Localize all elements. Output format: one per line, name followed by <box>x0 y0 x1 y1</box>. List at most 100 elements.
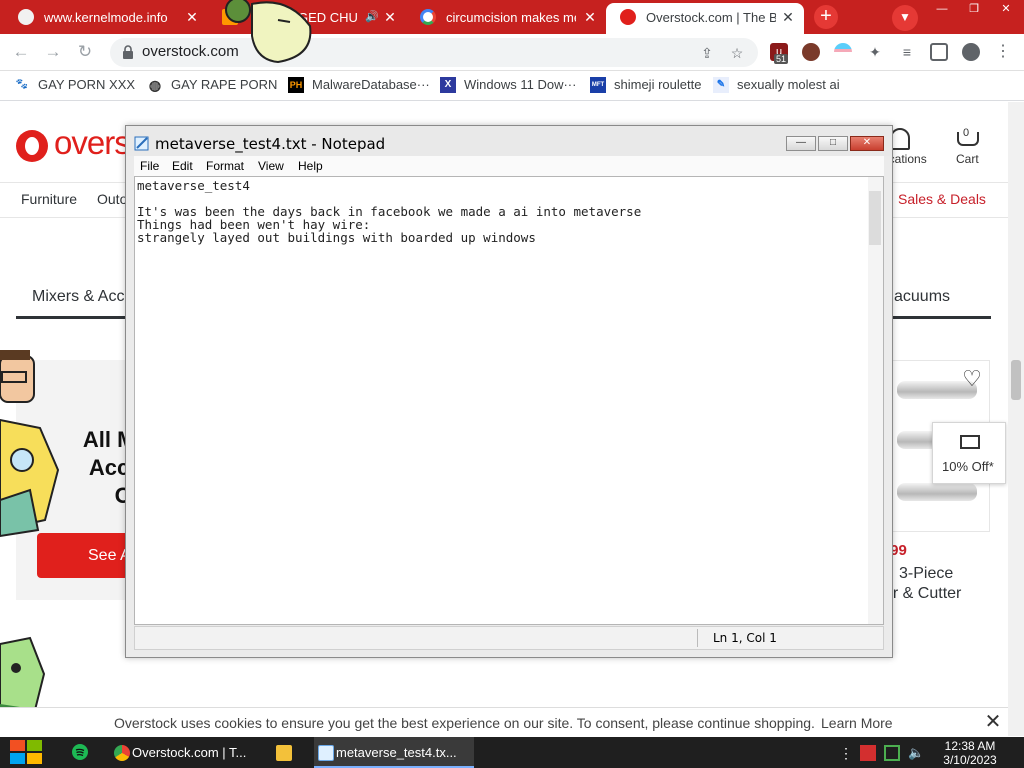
tab-title: www.kernelmode.info <box>44 10 168 25</box>
bookmark-item[interactable]: ◍ GAY RAPE PORN <box>147 77 278 93</box>
bookmark-label: Windows 11 Dow··· <box>464 77 577 92</box>
google-favicon-icon <box>420 9 436 25</box>
flag-extension-icon[interactable] <box>834 43 852 61</box>
notepad-close-icon[interactable]: ✕ <box>850 136 884 151</box>
tab-kernelmode[interactable]: www.kernelmode.info ✕ <box>4 3 208 34</box>
tab-overstock[interactable]: Overstock.com | The Be ✕ <box>606 3 804 34</box>
notepad-window[interactable]: metaverse_test4.txt - Notepad — □ ✕ File… <box>125 125 893 658</box>
cart-label[interactable]: Cart <box>956 152 979 166</box>
avatar-extension-icon[interactable] <box>802 43 820 61</box>
taskbar-chrome[interactable]: Overstock.com | T... <box>110 737 262 768</box>
category-outdoor[interactable]: Outo <box>97 191 127 207</box>
notepad-maximize-icon[interactable]: □ <box>818 136 848 151</box>
product-name-line: 3-Piece <box>899 565 954 582</box>
globe-icon: ◍ <box>148 77 162 93</box>
cookie-banner: Overstock uses cookies to ensure you get… <box>0 707 1008 736</box>
kernelmode-favicon-icon <box>18 9 34 25</box>
page-scrollbar[interactable] <box>1008 102 1024 736</box>
media-queue-icon[interactable]: ≡ <box>898 43 916 61</box>
menu-file[interactable]: File <box>140 159 159 173</box>
profile-avatar-icon[interactable] <box>962 43 980 61</box>
subnav-vacuums[interactable]: acuums <box>894 288 950 306</box>
menu-edit[interactable]: Edit <box>172 159 193 173</box>
tray-overflow-icon[interactable]: ⋮ <box>838 745 854 761</box>
flag-tray-icon[interactable] <box>860 745 876 761</box>
notepad-titlebar[interactable]: metaverse_test4.txt - Notepad — □ ✕ <box>126 126 892 156</box>
side-panel-icon[interactable] <box>930 43 948 61</box>
bookmark-item[interactable]: PH MalwareDatabase··· <box>288 77 430 93</box>
network-tray-icon[interactable] <box>884 745 900 761</box>
scrollbar-thumb[interactable] <box>1011 360 1021 400</box>
close-tab-icon[interactable]: ✕ <box>582 3 598 32</box>
heart-icon[interactable]: ♡ <box>960 368 984 390</box>
tab-google-search[interactable]: circumcision makes me h ✕ <box>406 3 606 34</box>
close-window-icon[interactable]: ✕ <box>990 0 1022 18</box>
bookmark-label: shimeji roulette <box>614 77 702 92</box>
share-icon[interactable]: ⇪ <box>698 44 716 62</box>
notepad-text-area[interactable]: metaverse_test4 It's was been the days b… <box>134 176 884 625</box>
lock-icon[interactable] <box>120 44 136 60</box>
windows-start-icon[interactable] <box>10 740 44 766</box>
tab-title: circumcision makes me h <box>446 10 576 25</box>
learn-more-link[interactable]: Learn More <box>821 715 893 731</box>
tab-strip: www.kernelmode.info ✕ GED CHU 🔊 ✕ circum… <box>0 0 1024 34</box>
menu-format[interactable]: Format <box>206 159 244 173</box>
cartoon-sticker-overlay <box>225 0 312 64</box>
close-cookie-icon[interactable]: ✕ <box>983 711 1003 733</box>
puzzle-extensions-icon[interactable]: ✦ <box>866 43 884 61</box>
folder-icon <box>276 745 292 761</box>
bookmark-label: GAY PORN XXX <box>38 77 136 92</box>
bookmark-item[interactable]: X Windows 11 Dow··· <box>440 77 577 93</box>
taskbar-notepad[interactable]: metaverse_test4.tx... <box>314 737 474 768</box>
reload-icon[interactable]: ↻ <box>74 41 96 63</box>
windows-taskbar: Overstock.com | T... metaverse_test4.tx.… <box>0 737 1024 768</box>
category-sales-deals[interactable]: Sales & Deals <box>898 191 986 207</box>
notepad-scroll-thumb[interactable] <box>869 191 881 245</box>
clock-time: 12:38 AM <box>944 739 996 753</box>
spotify-icon[interactable] <box>72 744 88 760</box>
volume-tray-icon[interactable]: 🔈 <box>908 745 924 761</box>
cart-icon[interactable] <box>957 132 979 146</box>
bookmark-item[interactable]: MFT shimeji roulette <box>590 77 702 93</box>
bookmark-label: sexually molest ai <box>737 77 840 92</box>
close-tab-icon[interactable]: ✕ <box>780 3 796 32</box>
bookmark-item[interactable]: ✎ sexually molest ai <box>713 77 840 93</box>
overstock-logo-icon[interactable] <box>16 130 48 162</box>
notepad-minimize-icon[interactable]: — <box>786 136 816 151</box>
product-name[interactable]: 3-Piece er & Cutter <box>884 564 961 604</box>
restore-window-icon[interactable]: ❐ <box>958 0 990 18</box>
system-clock[interactable]: 12:38 AM 3/10/2023 <box>938 739 1002 767</box>
product-rod <box>897 483 977 501</box>
email-offer-label: 10% Off* <box>942 459 994 474</box>
notepad-statusbar: Ln 1, Col 1 <box>134 626 884 650</box>
subnav-mixers[interactable]: Mixers & Acc <box>32 288 124 306</box>
speaker-icon[interactable]: 🔊 <box>365 3 379 32</box>
bookmark-star-icon[interactable]: ☆ <box>728 44 746 62</box>
new-tab-button[interactable]: + <box>814 5 838 29</box>
overstock-logo-text[interactable]: overs <box>54 124 131 162</box>
back-arrow-icon[interactable]: ← <box>10 41 32 63</box>
close-tab-icon[interactable]: ✕ <box>184 3 200 32</box>
browser-toolbar: ← → ↻ overstock.com ⇪ ☆ u 51 ✦ ≡ ⋮ <box>0 34 1024 71</box>
notepad-icon <box>318 745 334 761</box>
extension-badge: 51 <box>774 54 789 64</box>
forward-arrow-icon[interactable]: → <box>42 41 64 63</box>
status-divider <box>697 629 698 647</box>
menu-help[interactable]: Help <box>298 159 323 173</box>
chrome-icon <box>114 745 130 761</box>
taskbar-file-explorer[interactable] <box>272 737 304 768</box>
tab-search-chevron-icon[interactable]: ▼ <box>892 5 918 31</box>
bell-icon[interactable] <box>890 128 910 150</box>
overstock-favicon-icon <box>620 9 636 25</box>
bookmark-item[interactable]: 🐾 GAY PORN XXX <box>14 77 135 92</box>
close-tab-icon[interactable]: ✕ <box>382 3 398 32</box>
minimize-window-icon[interactable]: — <box>926 0 958 18</box>
address-bar[interactable]: overstock.com ⇪ ☆ <box>110 38 758 67</box>
product-name-line: er & Cutter <box>884 585 962 602</box>
mft-icon: MFT <box>590 77 606 93</box>
email-signup-popup[interactable]: 10% Off* <box>932 422 1006 484</box>
kebab-menu-icon[interactable]: ⋮ <box>994 43 1012 61</box>
notepad-scrollbar[interactable] <box>868 177 883 624</box>
category-furniture[interactable]: Furniture <box>21 191 77 207</box>
menu-view[interactable]: View <box>258 159 284 173</box>
